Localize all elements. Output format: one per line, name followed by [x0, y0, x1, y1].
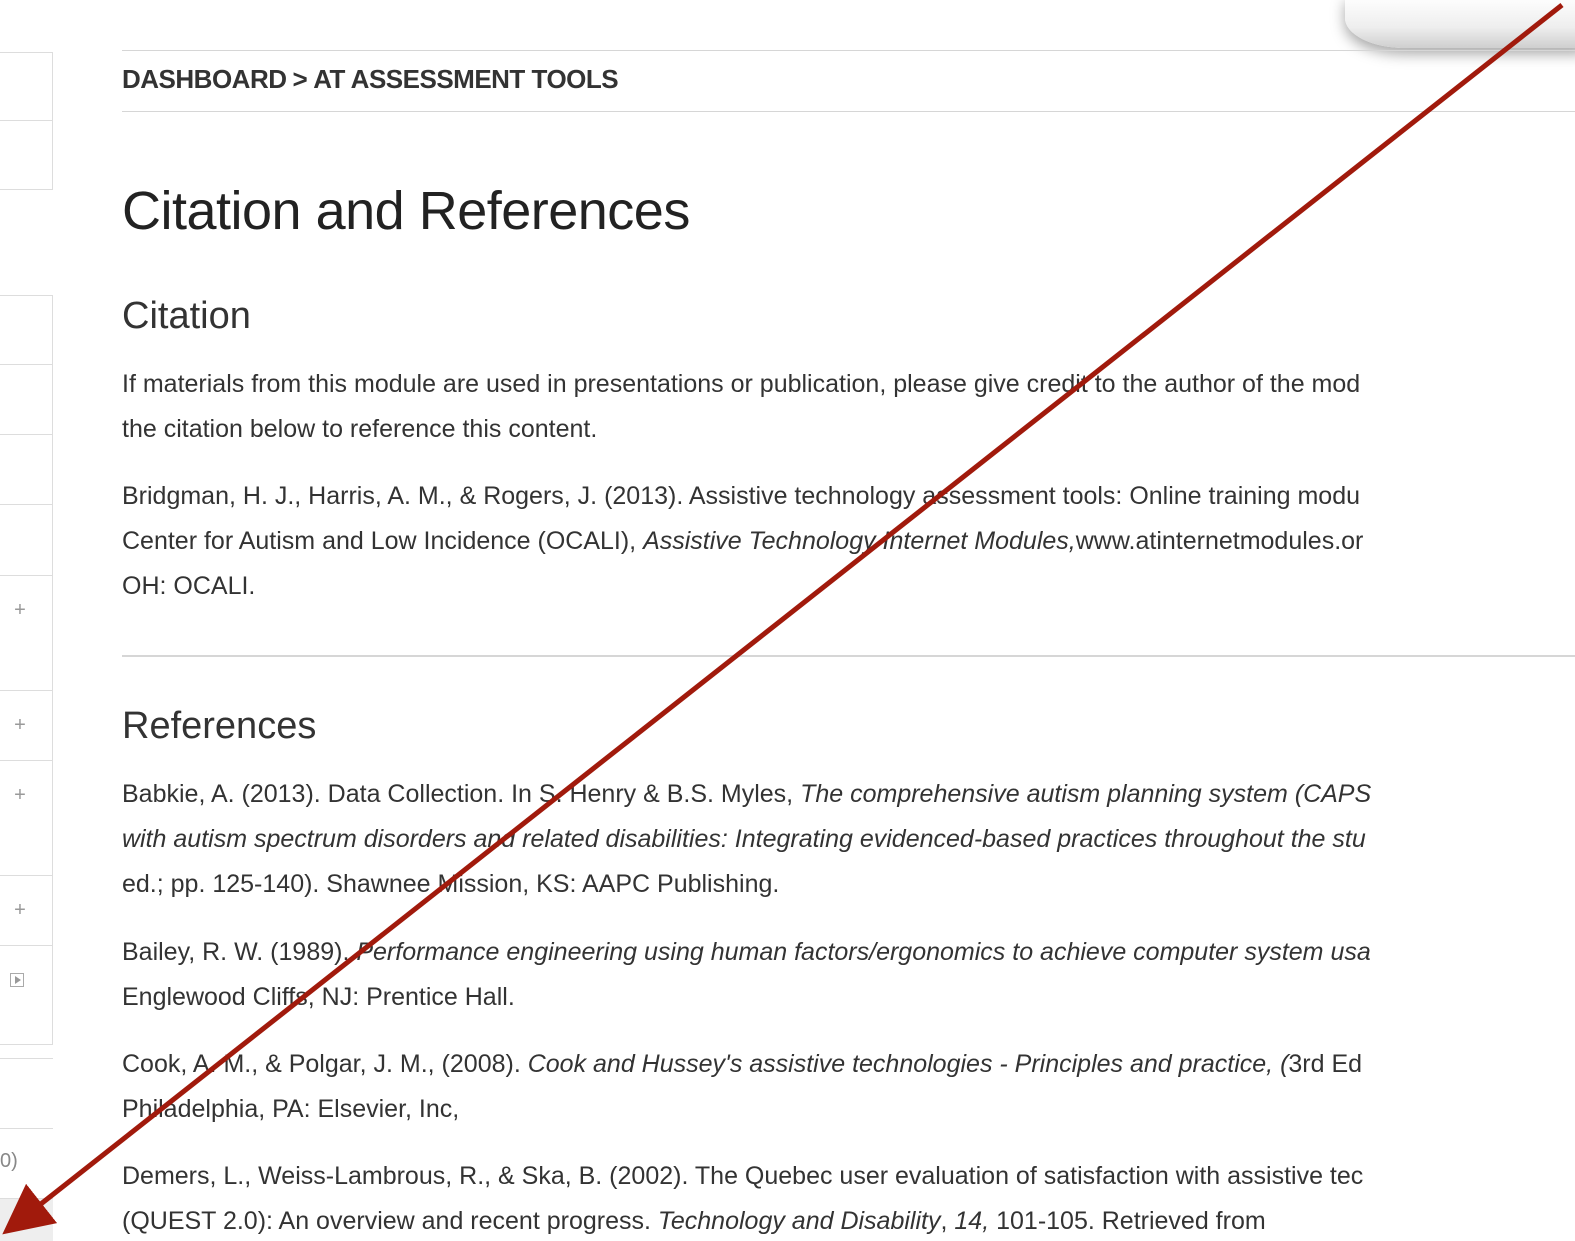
annotation-arrow — [2, 3, 1564, 1235]
page: + + + + 0) DASHBOARD > AT ASSESSMENT TOOLS… — [0, 0, 1575, 1241]
arrow-line — [2, 3, 1564, 1235]
